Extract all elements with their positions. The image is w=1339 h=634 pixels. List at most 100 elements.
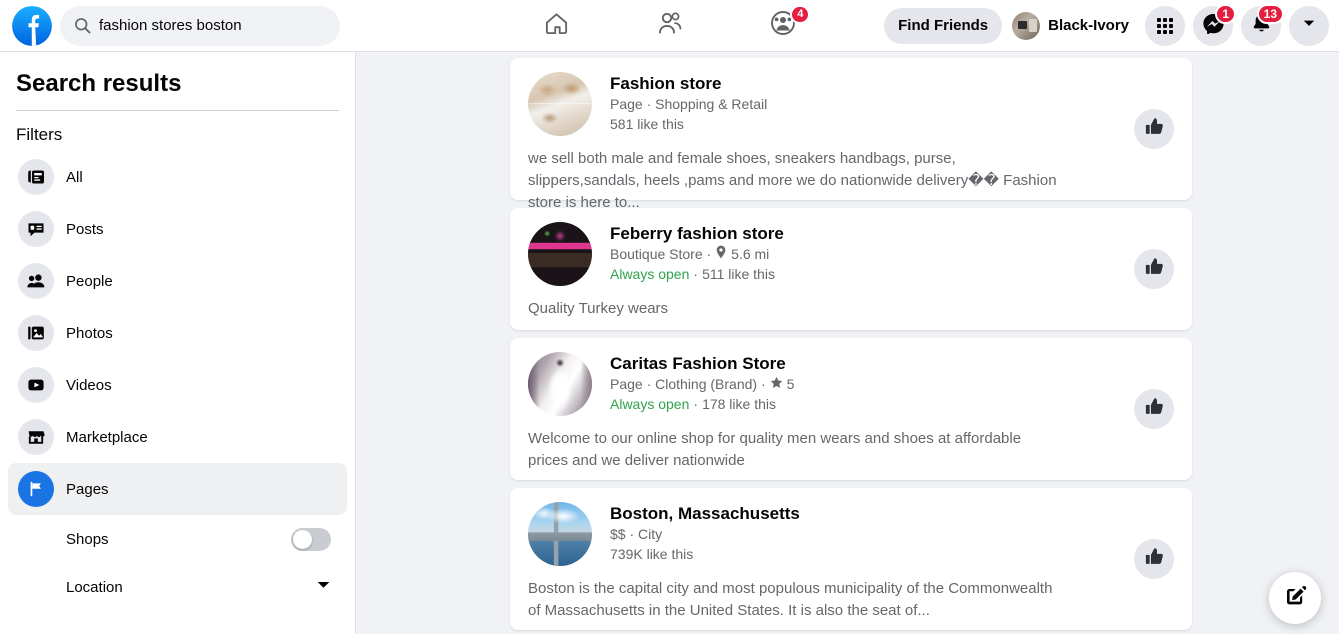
result-card-info: Caritas Fashion Store Page · Clothing (B… xyxy=(610,352,1176,416)
thumbs-up-icon xyxy=(1144,396,1165,422)
result-thumbnail-fashion-store[interactable] xyxy=(528,72,592,136)
compose-button[interactable] xyxy=(1269,572,1321,624)
result-title[interactable]: Feberry fashion store xyxy=(610,224,1176,244)
result-card[interactable]: Feberry fashion store Boutique Store · 5… xyxy=(510,208,1192,330)
result-title[interactable]: Boston, Massachusetts xyxy=(610,504,1176,524)
search-input[interactable] xyxy=(99,17,326,34)
result-card-info: Feberry fashion store Boutique Store · 5… xyxy=(610,222,1176,286)
result-card[interactable]: Caritas Fashion Store Page · Clothing (B… xyxy=(510,338,1192,480)
thumbs-up-icon xyxy=(1144,256,1165,282)
messenger-badge: 1 xyxy=(1215,4,1236,24)
home-icon xyxy=(543,10,570,42)
apps-menu-button[interactable] xyxy=(1145,6,1185,46)
all-cards-icon xyxy=(18,159,54,195)
grid-menu-icon xyxy=(1157,18,1173,34)
page-title: Search results xyxy=(8,64,347,110)
account-menu-button[interactable] xyxy=(1289,6,1329,46)
nav-groups-button[interactable]: 4 xyxy=(748,3,818,49)
location-label: Location xyxy=(66,579,123,596)
result-description: we sell both male and female shoes, snea… xyxy=(528,148,1058,214)
thumbs-up-icon xyxy=(1144,116,1165,142)
topbar-nav-group: 4 xyxy=(500,0,840,51)
sidebar-location-row[interactable]: Location xyxy=(8,563,347,611)
result-card-info: Boston, Massachusetts $$ · City 739K lik… xyxy=(610,502,1176,566)
shops-toggle[interactable] xyxy=(291,528,331,551)
sidebar-item-marketplace[interactable]: Marketplace xyxy=(8,411,347,463)
like-button[interactable] xyxy=(1134,389,1174,429)
result-thumbnail-boston-massachusetts[interactable] xyxy=(528,502,592,566)
like-button[interactable] xyxy=(1134,539,1174,579)
sidebar-item-label: Videos xyxy=(66,377,112,394)
result-card-header: Caritas Fashion Store Page · Clothing (B… xyxy=(528,352,1176,416)
result-meta-secondary: 739K like this xyxy=(610,544,1176,564)
result-likes: 178 like this xyxy=(702,394,776,414)
meta-separator: · xyxy=(693,264,698,284)
messenger-button[interactable]: 1 xyxy=(1193,6,1233,46)
sidebar-shops-row[interactable]: Shops xyxy=(8,515,347,563)
posts-bubble-icon xyxy=(18,211,54,247)
friends-icon xyxy=(656,9,684,42)
result-category: $$ · City xyxy=(610,524,662,544)
sidebar-item-label: Marketplace xyxy=(66,429,148,446)
sidebar-item-label: People xyxy=(66,273,113,290)
result-open-status: Always open xyxy=(610,394,689,414)
result-distance: 5.6 mi xyxy=(731,244,769,264)
sidebar-item-label: All xyxy=(66,169,83,186)
result-likes: 581 like this xyxy=(610,114,684,134)
profile-name: Black-Ivory xyxy=(1048,17,1129,34)
meta-separator: · xyxy=(693,394,698,414)
nav-home-button[interactable] xyxy=(522,3,592,49)
profile-chip[interactable]: Black-Ivory xyxy=(1010,10,1137,42)
avatar xyxy=(1012,12,1040,40)
result-rating: 5 xyxy=(787,374,795,394)
result-meta-secondary: Always open · 511 like this xyxy=(610,264,1176,284)
thumbs-up-icon xyxy=(1144,546,1165,572)
like-button[interactable] xyxy=(1134,249,1174,289)
photos-icon xyxy=(18,315,54,351)
sidebar-item-posts[interactable]: Posts xyxy=(8,203,347,255)
facebook-logo-icon[interactable] xyxy=(12,6,52,46)
result-meta-primary: Boutique Store · 5.6 mi xyxy=(610,244,1176,264)
sidebar-item-all[interactable]: All xyxy=(8,151,347,203)
result-description: Boston is the capital city and most popu… xyxy=(528,578,1058,622)
nav-friends-button[interactable] xyxy=(635,3,705,49)
topbar-right-group: Find Friends Black-Ivory 1 xyxy=(884,0,1329,51)
result-meta-primary: Page · Clothing (Brand) · 5 xyxy=(610,374,1176,394)
result-title[interactable]: Caritas Fashion Store xyxy=(610,354,1176,374)
result-card-header: Fashion store Page · Shopping & Retail 5… xyxy=(528,72,1176,136)
sidebar-item-videos[interactable]: Videos xyxy=(8,359,347,411)
chevron-down-icon[interactable] xyxy=(316,577,331,597)
result-description: Welcome to our online shop for quality m… xyxy=(528,428,1058,472)
sidebar-item-label: Photos xyxy=(66,325,113,342)
result-card[interactable]: Boston, Massachusetts $$ · City 739K lik… xyxy=(510,488,1192,630)
groups-badge: 4 xyxy=(790,5,810,24)
sidebar-item-pages[interactable]: Pages xyxy=(8,463,347,515)
sidebar-item-people[interactable]: People xyxy=(8,255,347,307)
result-likes: 739K like this xyxy=(610,544,693,564)
result-title[interactable]: Fashion store xyxy=(610,74,1176,94)
result-open-status: Always open xyxy=(610,264,689,284)
like-button[interactable] xyxy=(1134,109,1174,149)
videos-play-icon xyxy=(18,367,54,403)
result-meta-secondary: 581 like this xyxy=(610,114,1176,134)
shops-label: Shops xyxy=(66,531,109,548)
result-card[interactable]: Fashion store Page · Shopping & Retail 5… xyxy=(510,58,1192,200)
result-meta-primary: $$ · City xyxy=(610,524,1176,544)
sidebar-item-photos[interactable]: Photos xyxy=(8,307,347,359)
find-friends-button[interactable]: Find Friends xyxy=(884,8,1002,44)
search-box[interactable] xyxy=(60,6,340,46)
result-category: Boutique Store · xyxy=(610,244,711,264)
toggle-knob xyxy=(293,530,312,549)
filters-label: Filters xyxy=(8,121,347,151)
notifications-button[interactable]: 13 xyxy=(1241,6,1281,46)
top-navigation-bar: 4 Find Friends Black-Ivory 1 xyxy=(0,0,1339,52)
result-meta-primary: Page · Shopping & Retail xyxy=(610,94,1176,114)
sidebar-item-label: Pages xyxy=(66,481,109,498)
search-icon xyxy=(74,17,91,34)
result-thumbnail-caritas-fashion-store[interactable] xyxy=(528,352,592,416)
result-category: Page · Clothing (Brand) · xyxy=(610,374,766,394)
result-thumbnail-feberry-fashion-store[interactable] xyxy=(528,222,592,286)
result-card-header: Boston, Massachusetts $$ · City 739K lik… xyxy=(528,502,1176,566)
result-category: Page · Shopping & Retail xyxy=(610,94,767,114)
pages-flag-icon xyxy=(18,471,54,507)
